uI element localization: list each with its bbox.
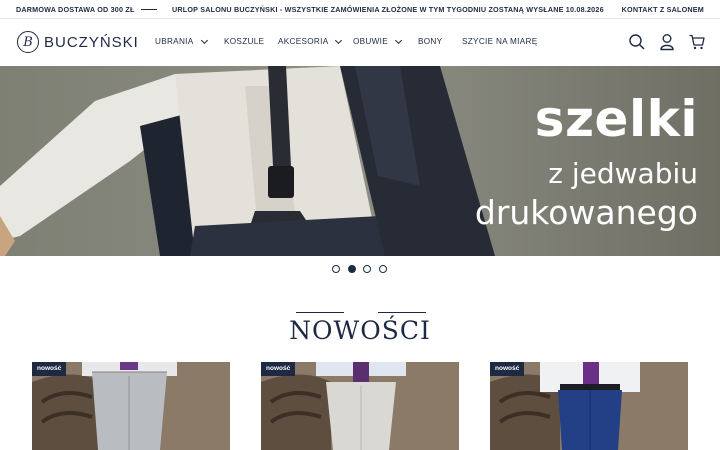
nav-item-koszule[interactable]: KOSZULE [224, 37, 264, 46]
slider-dot-2[interactable] [347, 265, 356, 273]
nav-item-label: KOSZULE [224, 37, 265, 46]
nav-item-label: OBUWIE [353, 37, 389, 46]
hero-heading: szelki [534, 90, 698, 148]
new-badge: nowość [261, 362, 296, 376]
user-icon[interactable] [658, 33, 676, 51]
chevron-down-icon [200, 36, 208, 44]
logo[interactable]: B BUCZYŃSKI [17, 31, 139, 53]
nav-item-label: SZYCIE NA MIARĘ [462, 37, 538, 46]
chevron-down-icon [335, 36, 343, 44]
product-card[interactable]: nowość [490, 362, 688, 450]
shop-notice-text: URLOP SALONU BUCZYŃSKI - WSZYSTKIE ZAMÓW… [172, 5, 604, 14]
nav-item-label: BONY [418, 37, 443, 46]
site-header: B BUCZYŃSKI UBRANIA KOSZULE AKCESORIA OB… [0, 20, 720, 66]
logo-text: BUCZYŃSKI [44, 33, 139, 51]
search-icon[interactable] [628, 33, 646, 51]
announcement-bar: DARMOWA DOSTAWA OD 300 ZŁ URLOP SALONU B… [0, 0, 720, 19]
nav-item-label: UBRANIA [155, 37, 194, 46]
nav-item-ubrania[interactable]: UBRANIA [155, 36, 208, 46]
title-decoration-right [378, 312, 426, 313]
nav-item-obuwie[interactable]: OBUWIE [353, 36, 403, 46]
slider-pagination [332, 265, 394, 273]
nav-item-akcesoria[interactable]: AKCESORIA [278, 36, 343, 46]
logo-mark-icon: B [17, 31, 39, 53]
hero-banner[interactable]: szelki z jedwabiu drukowanego [0, 66, 720, 256]
hero-subheading-2: drukowanego [474, 193, 698, 232]
product-card[interactable]: nowość [32, 362, 230, 450]
slider-dot-3[interactable] [363, 265, 371, 273]
cart-icon[interactable] [688, 33, 706, 51]
contact-link[interactable]: KONTAKT Z SALONEM [622, 5, 704, 14]
topbar-divider [141, 9, 157, 10]
section-title: NOWOŚCI [289, 316, 431, 345]
new-badge: nowość [32, 362, 67, 376]
product-card[interactable]: nowość [261, 362, 459, 450]
title-decoration-left [296, 312, 344, 313]
nav-item-szycie-na-miare[interactable]: SZYCIE NA MIARĘ [462, 37, 537, 46]
chevron-down-icon [394, 36, 403, 44]
new-badge: nowość [490, 362, 525, 376]
slider-dot-1[interactable] [332, 265, 340, 273]
hero-subheading-1: z jedwabiu [548, 157, 698, 190]
nav-item-bony[interactable]: BONY [418, 37, 442, 46]
slider-dot-4[interactable] [378, 265, 387, 273]
free-shipping-text: DARMOWA DOSTAWA OD 300 ZŁ [16, 5, 135, 14]
nav-item-label: AKCESORIA [278, 37, 329, 46]
